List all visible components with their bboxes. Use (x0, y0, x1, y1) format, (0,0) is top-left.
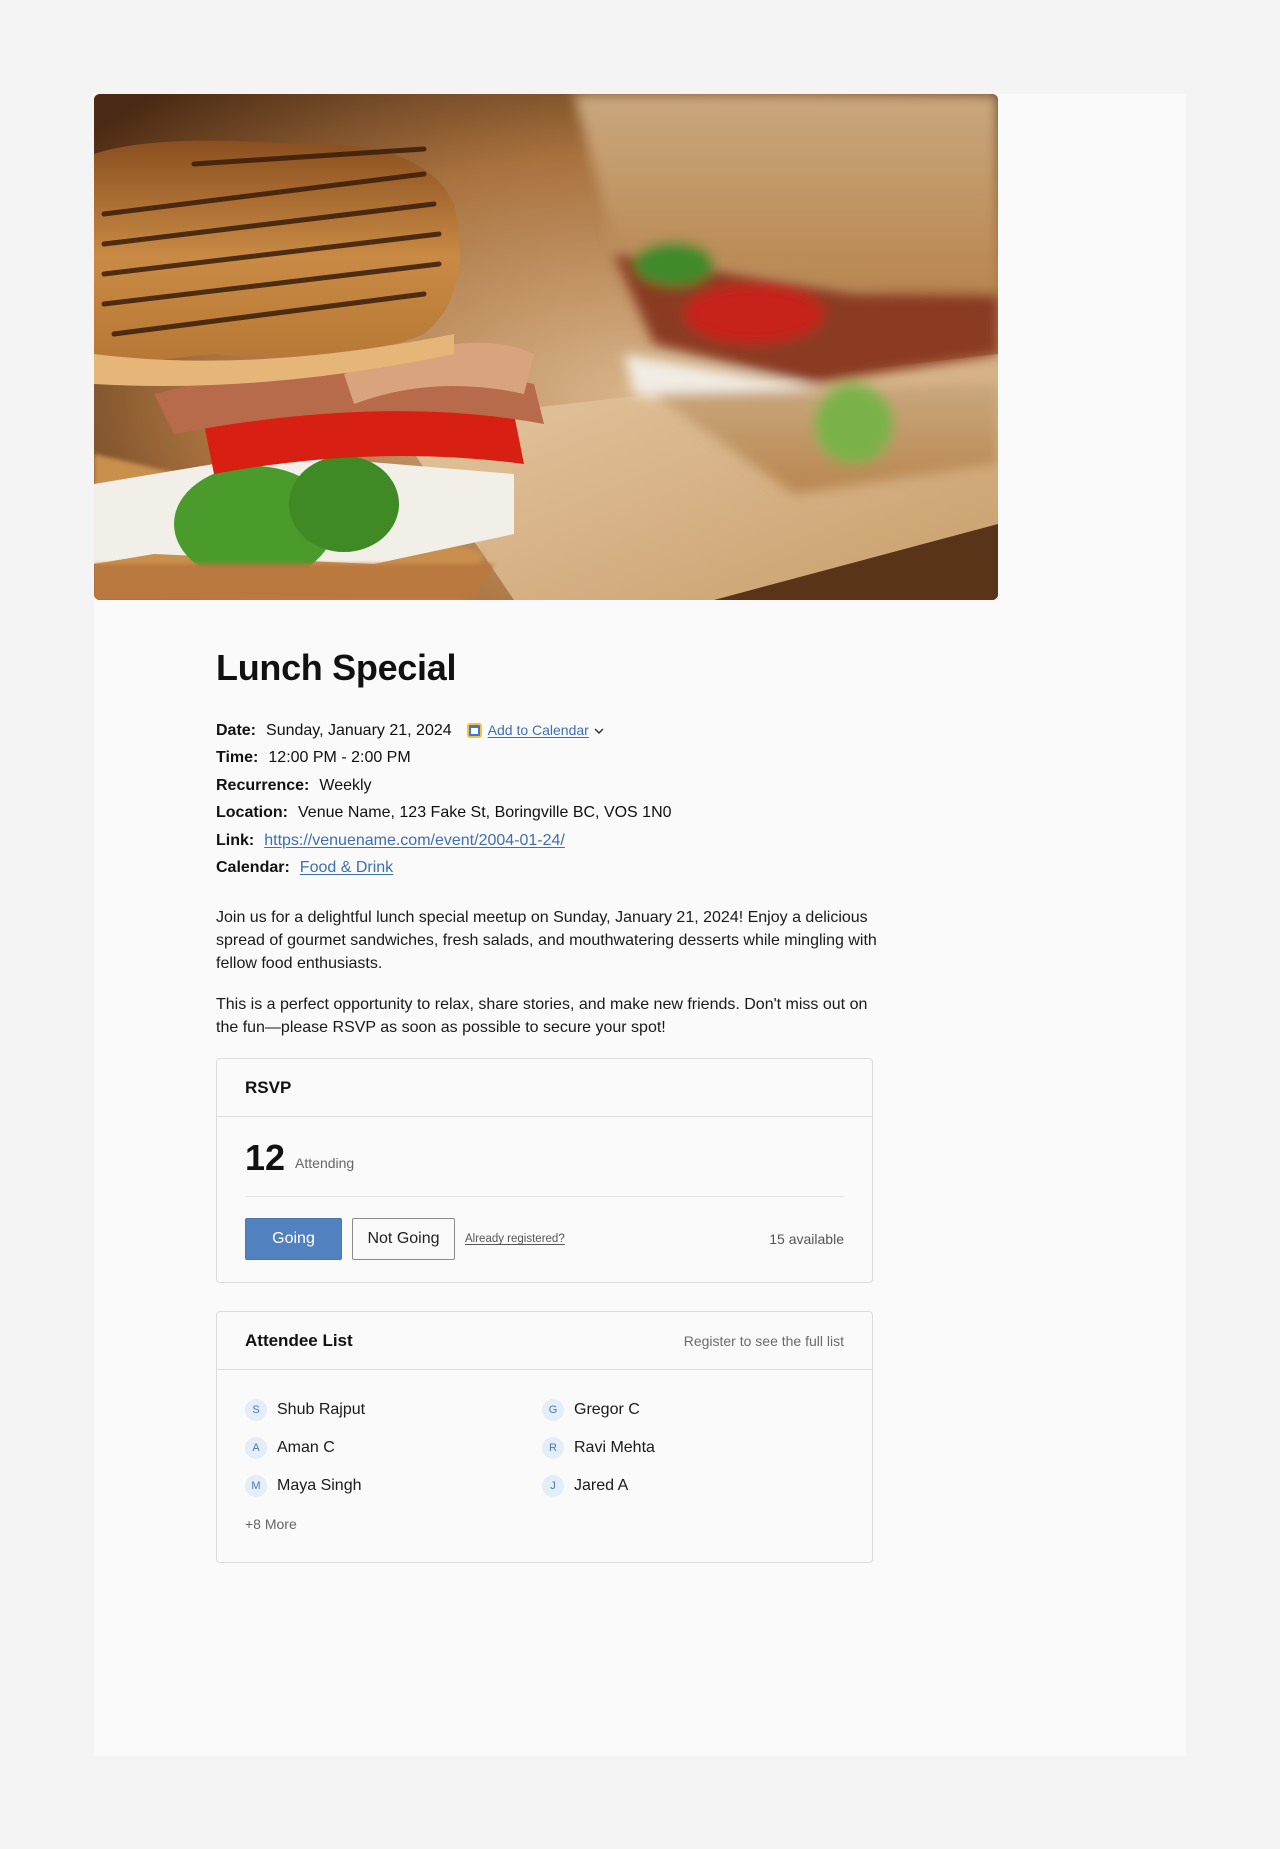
calendar-icon (466, 723, 482, 739)
calendar-row: Calendar: Food & Drink (216, 854, 880, 881)
chevron-down-icon[interactable] (593, 725, 605, 737)
avatar: R (542, 1437, 564, 1460)
recurrence-row: Recurrence: Weekly (216, 772, 880, 799)
event-link[interactable]: https://venuename.com/event/2004-01-24/ (264, 827, 565, 854)
event-content: Lunch Special Date: Sunday, January 21, … (216, 646, 880, 1564)
page-title: Lunch Special (216, 647, 457, 688)
rsvp-actions: Going Not Going Already registered? 15 a… (245, 1197, 844, 1281)
attendee-name: Jared A (574, 1477, 629, 1495)
description-paragraph: Join us for a delightful lunch special m… (216, 909, 877, 972)
available-count: 15 available (769, 1231, 844, 1248)
attendee-header: Attendee List Register to see the full l… (217, 1312, 872, 1371)
avatar: J (542, 1475, 564, 1498)
recurrence-value: Weekly (319, 776, 372, 794)
list-item: G Gregor C (542, 1398, 839, 1422)
not-going-button[interactable]: Not Going (352, 1218, 455, 1261)
avatar: S (245, 1399, 267, 1422)
sandwich-photo (94, 94, 998, 600)
attendee-name: Shub Rajput (277, 1401, 366, 1419)
rsvp-count: 12 Attending (245, 1117, 844, 1198)
recurrence-label: Recurrence: (216, 776, 310, 794)
going-button[interactable]: Going (245, 1218, 342, 1261)
location-label: Location: (216, 804, 288, 822)
rsvp-title: RSVP (245, 1077, 292, 1097)
rsvp-header: RSVP (217, 1059, 872, 1118)
link-label: Link: (216, 831, 255, 849)
link-row: Link: https://venuename.com/event/2004-0… (216, 827, 880, 854)
already-registered-link[interactable]: Already registered? (465, 1233, 565, 1245)
attendee-panel: Attendee List Register to see the full l… (216, 1311, 873, 1564)
add-to-calendar-button[interactable]: Add to Calendar (466, 717, 605, 744)
attendee-name: Maya Singh (277, 1477, 362, 1495)
attendee-name: Ravi Mehta (574, 1439, 655, 1457)
list-item: A Aman C (245, 1436, 542, 1460)
attendee-title: Attendee List (245, 1330, 353, 1350)
attendee-hint: Register to see the full list (683, 1332, 844, 1349)
avatar: G (542, 1399, 564, 1422)
calendar-link[interactable]: Food & Drink (300, 854, 393, 881)
event-description: Join us for a delightful lunch special m… (216, 907, 880, 1039)
attendee-name: Aman C (277, 1439, 335, 1457)
list-item: S Shub Rajput (245, 1398, 542, 1422)
add-to-calendar-label[interactable]: Add to Calendar (488, 717, 589, 744)
attending-count: 12 (245, 1136, 286, 1178)
date-value: Sunday, January 21, 2024 (266, 722, 452, 739)
date-row: Date: Sunday, January 21, 2024 Add to Ca… (216, 717, 880, 744)
list-item: J Jared A (542, 1474, 839, 1498)
attending-label: Attending (295, 1154, 355, 1171)
avatar: M (245, 1475, 267, 1498)
list-item: M Maya Singh (245, 1474, 542, 1498)
time-label: Time: (216, 749, 259, 767)
attendee-name: Gregor C (574, 1401, 640, 1419)
location-value: Venue Name, 123 Fake St, Boringville BC,… (298, 804, 672, 822)
attendee-grid: S Shub Rajput G Gregor C A Aman C R Ravi… (217, 1370, 872, 1498)
date-label: Date: (216, 722, 257, 739)
avatar: A (245, 1437, 267, 1460)
description-paragraph: This is a perfect opportunity to relax, … (216, 996, 868, 1036)
list-item: R Ravi Mehta (542, 1436, 839, 1460)
event-hero-image (94, 94, 998, 600)
event-meta: Date: Sunday, January 21, 2024 Add to Ca… (216, 717, 880, 881)
time-row: Time: 12:00 PM - 2:00 PM (216, 744, 880, 771)
rsvp-panel: RSVP 12 Attending Going Not Going Alread… (216, 1058, 873, 1284)
time-value: 12:00 PM - 2:00 PM (268, 749, 411, 767)
calendar-label: Calendar: (216, 859, 290, 877)
location-row: Location: Venue Name, 123 Fake St, Borin… (216, 799, 880, 826)
more-attendees: +8 More (245, 1516, 297, 1533)
